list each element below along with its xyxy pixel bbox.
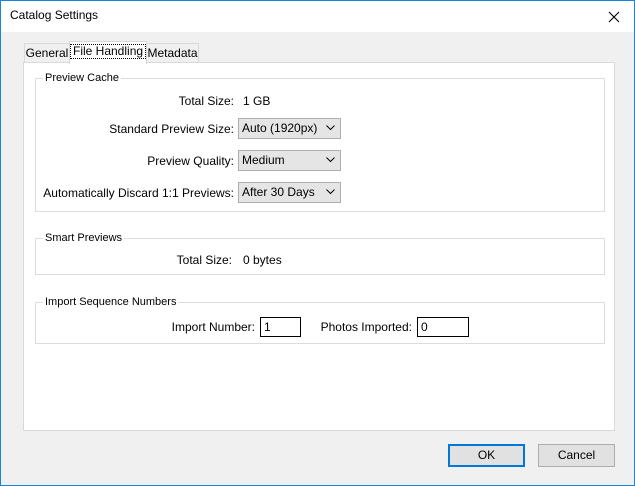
import-number-label: Import Number:	[171, 320, 255, 334]
total-size-label: Total Size:	[178, 94, 234, 108]
smart-total-size-value: 0 bytes	[243, 253, 282, 267]
standard-preview-size-label: Standard Preview Size:	[109, 122, 234, 136]
file-handling-panel: Preview Cache Total Size: 1 GB Standard …	[23, 62, 615, 431]
chevron-down-icon	[326, 157, 335, 163]
preview-quality-select[interactable]: Medium	[238, 150, 341, 171]
tab-general[interactable]: General	[24, 43, 70, 63]
import-number-input[interactable]: 1	[260, 317, 301, 337]
smart-previews-group: Smart Previews Total Size: 0 bytes	[35, 232, 605, 275]
discard-previews-label: Automatically Discard 1:1 Previews:	[43, 186, 234, 200]
window-title: Catalog Settings	[10, 8, 99, 22]
tab-metadata[interactable]: Metadata	[146, 43, 199, 63]
group-title: Smart Previews	[43, 232, 125, 244]
preview-quality-label: Preview Quality:	[147, 154, 234, 168]
total-size-value: 1 GB	[243, 94, 271, 108]
chevron-down-icon	[326, 189, 335, 195]
ok-button[interactable]: OK	[448, 444, 525, 467]
standard-preview-size-select[interactable]: Auto (1920px)	[238, 118, 341, 139]
title-bar[interactable]: Catalog Settings	[1, 1, 634, 32]
group-title: Import Sequence Numbers	[43, 296, 179, 308]
discard-previews-select[interactable]: After 30 Days	[238, 182, 341, 203]
group-title: Preview Cache	[43, 72, 121, 84]
chevron-down-icon	[326, 125, 335, 131]
catalog-settings-dialog: Catalog Settings General File Handling M…	[0, 0, 635, 486]
close-icon	[608, 11, 620, 22]
close-button[interactable]	[594, 1, 634, 32]
cancel-button[interactable]: Cancel	[538, 444, 615, 467]
smart-total-size-label: Total Size:	[176, 253, 232, 267]
preview-cache-group: Preview Cache Total Size: 1 GB Standard …	[35, 72, 605, 212]
tab-file-handling[interactable]: File Handling	[69, 41, 147, 64]
import-sequence-group: Import Sequence Numbers Import Number: 1…	[35, 296, 605, 344]
photos-imported-label: Photos Imported:	[320, 320, 412, 334]
photos-imported-input[interactable]: 0	[417, 317, 469, 337]
